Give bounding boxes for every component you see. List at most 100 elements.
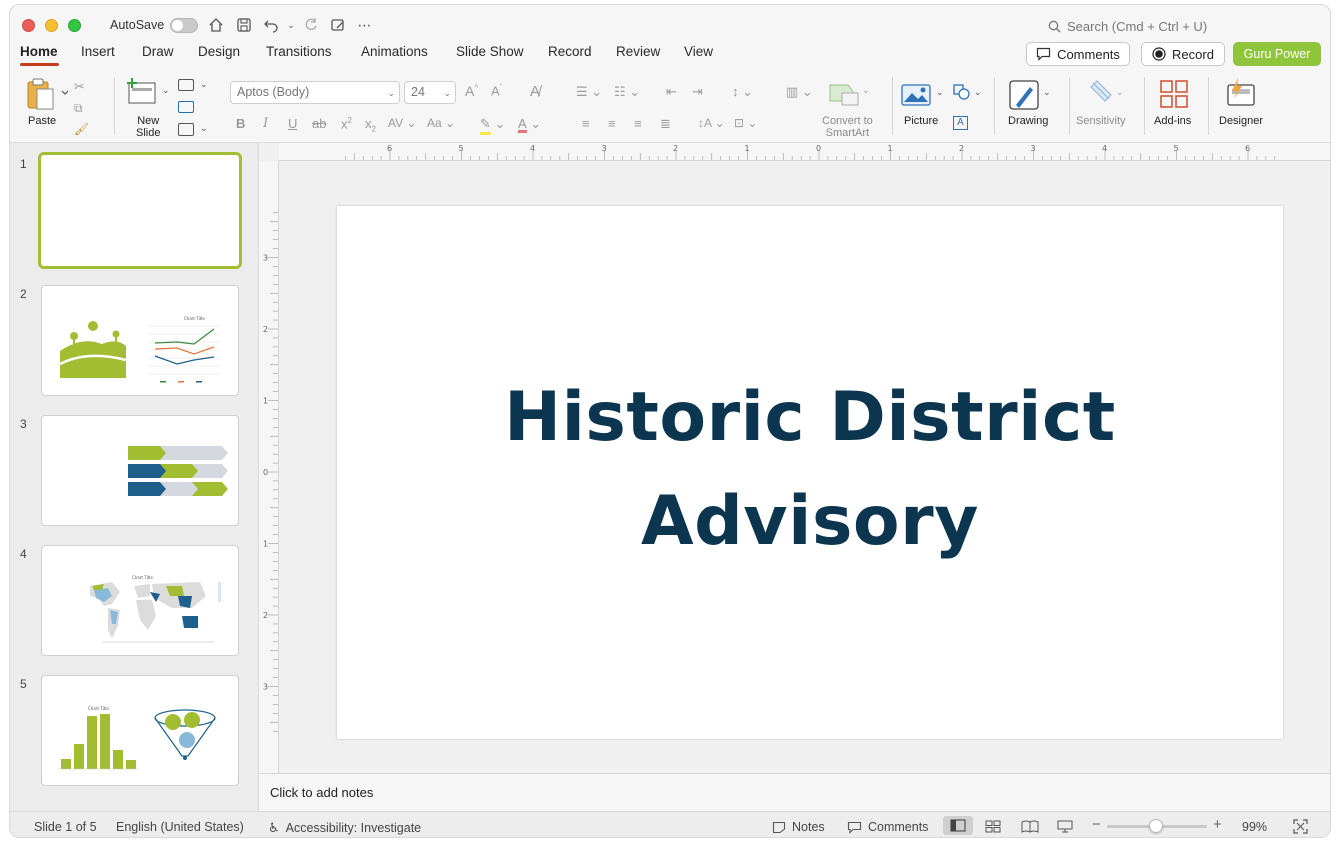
picture-dropdown-icon[interactable]: ⌄ (936, 87, 944, 98)
accessibility-status[interactable]: ♿ Accessibility: Investigate (268, 820, 421, 836)
clear-formatting-icon[interactable]: A̸ (530, 83, 540, 100)
superscript-icon[interactable]: x2 (341, 116, 352, 131)
sensitivity-icon[interactable] (1087, 79, 1115, 112)
slide-show-icon[interactable] (1057, 820, 1073, 836)
new-slide-dropdown-icon[interactable]: ⌄ (162, 85, 170, 96)
change-case-icon[interactable]: Aa ⌄ (427, 116, 455, 130)
format-painter-icon[interactable]: 🖌 (74, 122, 89, 136)
maximize-window-button[interactable] (68, 19, 81, 32)
subscript-icon[interactable]: x2 (365, 116, 376, 134)
slide-thumbnail-4[interactable]: Chart Title (41, 545, 239, 656)
tab-home[interactable]: Home (20, 44, 58, 59)
text-direction-icon[interactable]: ↕A ⌄ (698, 116, 725, 130)
line-spacing-icon[interactable]: ↕ ⌄ (732, 84, 753, 100)
align-center-icon[interactable]: ≡ (608, 116, 616, 131)
horizontal-ruler[interactable]: 6 5 4 3 2 1 0 1 2 3 4 5 6 (279, 143, 1330, 161)
new-slide-button[interactable] (126, 77, 160, 111)
save-icon[interactable] (235, 16, 253, 34)
slide-thumbnail-3[interactable] (41, 415, 239, 526)
more-icon[interactable]: ⋯ (356, 16, 374, 34)
slide-sorter-icon[interactable] (985, 820, 1001, 836)
justify-icon[interactable]: ≣ (660, 116, 671, 132)
tab-draw[interactable]: Draw (142, 44, 174, 59)
search-box[interactable]: Search (Cmd + Ctrl + U) (1048, 19, 1207, 34)
align-right-icon[interactable]: ≡ (634, 116, 642, 131)
tab-design[interactable]: Design (198, 44, 240, 59)
tab-review[interactable]: Review (616, 44, 660, 59)
font-size-field[interactable]: 24 ⌄ (404, 81, 456, 104)
align-left-icon[interactable]: ≡ (582, 116, 590, 131)
reading-view-icon[interactable] (1021, 820, 1039, 836)
slide-title-textbox[interactable]: Historic District Advisory (337, 366, 1283, 574)
slide-canvas[interactable]: Historic District Advisory (337, 206, 1283, 739)
shapes-dropdown-icon[interactable]: ⌄ (974, 87, 982, 98)
redo-icon[interactable] (302, 16, 320, 34)
record-button[interactable]: Record (1141, 42, 1225, 66)
vertical-ruler[interactable]: 3 2 1 0 1 2 3 (260, 161, 279, 773)
guru-power-button[interactable]: Guru Power (1233, 42, 1321, 66)
shapes-icon[interactable] (952, 83, 972, 104)
notes-pane[interactable]: Click to add notes (260, 773, 1330, 811)
decrease-indent-icon[interactable]: ⇤ (666, 84, 677, 100)
copy-icon[interactable]: ⧉ (74, 101, 83, 116)
bullets-icon[interactable]: ☰ ⌄ (576, 84, 602, 100)
zoom-level[interactable]: 99% (1242, 820, 1267, 834)
section-icon[interactable] (178, 123, 194, 136)
drawing-dropdown-icon[interactable]: ⌄ (1043, 87, 1051, 98)
slide-thumbnail-2[interactable]: Chart Title (41, 285, 239, 396)
layout-icon[interactable] (178, 79, 194, 91)
comments-button[interactable]: Comments (1026, 42, 1130, 66)
tab-animations[interactable]: Animations (361, 44, 428, 59)
tab-transitions[interactable]: Transitions (266, 44, 332, 59)
undo-icon[interactable] (262, 16, 280, 34)
fit-to-window-icon[interactable] (1293, 819, 1308, 837)
smartart-dropdown-icon[interactable]: ⌄ (862, 85, 870, 96)
slide-thumbnails-pane[interactable]: 1 2 Chart Title 3 4 Chart Title 5 Chart … (10, 143, 259, 811)
customize-icon[interactable] (329, 16, 347, 34)
language-status[interactable]: English (United States) (116, 820, 244, 834)
zoom-slider[interactable] (1107, 819, 1207, 833)
undo-dropdown-icon[interactable]: ⌄ (282, 16, 300, 34)
comments-toggle[interactable]: Comments (847, 820, 928, 834)
zoom-slider-thumb[interactable] (1149, 819, 1164, 833)
drawing-icon[interactable] (1008, 79, 1040, 114)
close-window-button[interactable] (22, 19, 35, 32)
zoom-out-icon[interactable]: − (1092, 816, 1101, 833)
reset-icon[interactable] (178, 101, 194, 113)
normal-view-button[interactable] (943, 816, 973, 835)
slide-thumbnail-5[interactable]: Chart Title (41, 675, 239, 786)
tab-slide-show[interactable]: Slide Show (456, 44, 524, 59)
home-icon[interactable] (207, 16, 225, 34)
align-text-icon[interactable]: ⊡ ⌄ (734, 116, 757, 130)
layout-dropdown-icon[interactable]: ⌄ (200, 79, 208, 90)
text-box-icon[interactable]: A (953, 116, 968, 130)
slide-thumbnail-1[interactable] (38, 152, 242, 269)
tab-record[interactable]: Record (548, 44, 592, 59)
sensitivity-dropdown-icon[interactable]: ⌄ (1116, 87, 1124, 98)
bold-icon[interactable]: B (236, 116, 245, 131)
tab-view[interactable]: View (684, 44, 713, 59)
add-ins-icon[interactable] (1159, 79, 1189, 112)
font-color-icon[interactable]: A ⌄ (518, 116, 541, 133)
designer-icon[interactable] (1224, 77, 1258, 112)
section-dropdown-icon[interactable]: ⌄ (200, 123, 208, 134)
zoom-in-icon[interactable]: + (1213, 816, 1222, 833)
underline-icon[interactable]: U (288, 116, 297, 131)
paste-button[interactable] (24, 77, 69, 117)
columns-icon[interactable]: ▥ ⌄ (786, 84, 813, 100)
autosave-toggle[interactable] (170, 18, 198, 33)
italic-icon[interactable]: I (263, 116, 268, 131)
cut-icon[interactable]: ✂ (74, 79, 85, 95)
tab-insert[interactable]: Insert (81, 44, 115, 59)
highlight-icon[interactable]: ✎ ⌄ (480, 116, 505, 135)
increase-font-icon[interactable]: A^ (465, 83, 478, 99)
numbering-icon[interactable]: ☷ ⌄ (614, 84, 640, 100)
strikethrough-icon[interactable]: ab (312, 116, 326, 131)
smartart-icon[interactable] (828, 81, 859, 106)
notes-toggle[interactable]: Notes (772, 820, 825, 834)
minimize-window-button[interactable] (45, 19, 58, 32)
font-name-field[interactable]: Aptos (Body) ⌄ (230, 81, 400, 104)
picture-icon[interactable] (901, 83, 931, 110)
decrease-font-icon[interactable]: Aˇ (491, 83, 502, 98)
increase-indent-icon[interactable]: ⇥ (692, 84, 703, 100)
